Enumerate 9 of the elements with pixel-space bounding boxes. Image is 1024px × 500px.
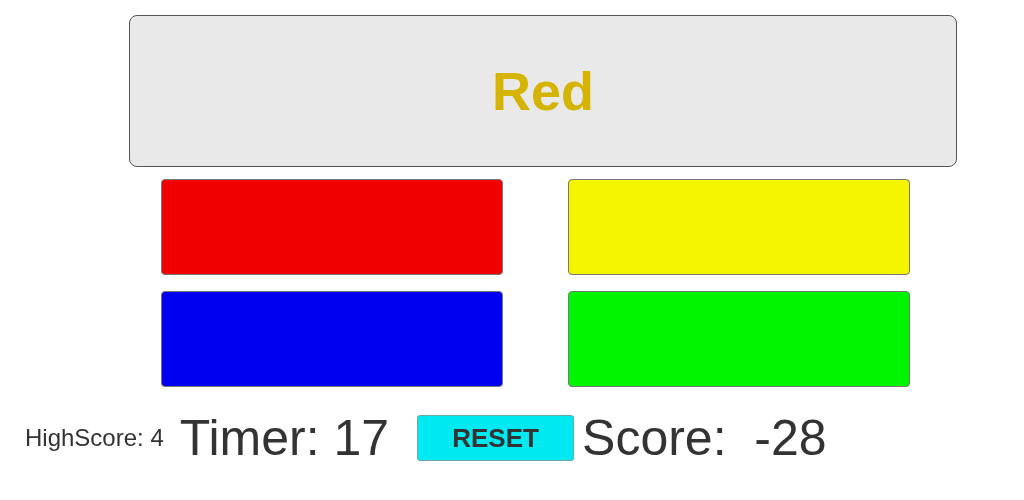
color-choice-button[interactable] [568, 179, 910, 275]
color-word: Red [492, 60, 594, 122]
reset-button[interactable]: RESET [417, 415, 575, 461]
color-choice-button[interactable] [161, 291, 503, 387]
score: Score: -28 [582, 409, 827, 467]
timer: Timer: 17 [179, 409, 390, 467]
color-choice-button[interactable] [161, 179, 503, 275]
high-score: HighScore: 4 [25, 424, 164, 452]
color-choice-button[interactable] [568, 291, 910, 387]
